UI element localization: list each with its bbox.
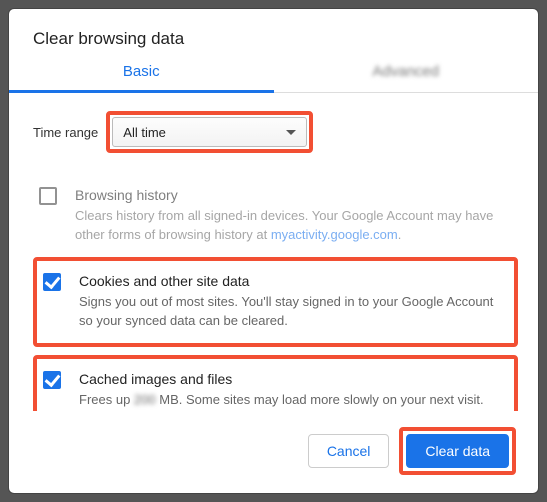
option-cookies: Cookies and other site data Signs you ou…: [33, 257, 518, 347]
option-name: Cached images and files: [79, 369, 510, 389]
option-browsing-history: Browsing history Clears history from all…: [33, 175, 518, 257]
time-range-label: Time range: [33, 125, 98, 140]
clear-browsing-data-dialog: Clear browsing data Basic Advanced Time …: [8, 8, 539, 494]
tab-label: Basic: [123, 63, 160, 80]
dialog-body: Time range All time Browsing history Cle…: [9, 93, 538, 411]
tab-basic[interactable]: Basic: [9, 63, 274, 92]
cancel-button[interactable]: Cancel: [308, 434, 390, 468]
option-name: Cookies and other site data: [79, 271, 510, 291]
tab-advanced[interactable]: Advanced: [274, 63, 539, 92]
highlight-box: Clear data: [399, 427, 516, 475]
checkbox-cache[interactable]: [43, 371, 61, 389]
option-name: Browsing history: [75, 185, 514, 205]
dialog-title: Clear browsing data: [9, 9, 538, 63]
chevron-down-icon: [286, 130, 296, 135]
button-label: Clear data: [425, 443, 490, 459]
time-range-value: All time: [123, 125, 166, 140]
tabs: Basic Advanced: [9, 63, 538, 93]
clear-data-button[interactable]: Clear data: [406, 434, 509, 468]
button-label: Cancel: [327, 443, 371, 459]
time-range-row: Time range All time: [33, 111, 518, 153]
tab-label: Advanced: [372, 63, 439, 80]
dialog-footer: Cancel Clear data: [9, 411, 538, 493]
option-desc: Signs you out of most sites. You'll stay…: [79, 293, 510, 331]
time-range-select[interactable]: All time: [112, 117, 307, 147]
option-desc: Clears history from all signed-in device…: [75, 207, 514, 245]
checkbox-browsing-history[interactable]: [39, 187, 57, 205]
highlight-box: All time: [106, 111, 313, 153]
option-desc: Frees up 200 MB. Some sites may load mor…: [79, 391, 510, 410]
myactivity-link[interactable]: myactivity.google.com: [271, 227, 398, 242]
option-cache: Cached images and files Frees up 200 MB.…: [33, 355, 518, 411]
checkbox-cookies[interactable]: [43, 273, 61, 291]
